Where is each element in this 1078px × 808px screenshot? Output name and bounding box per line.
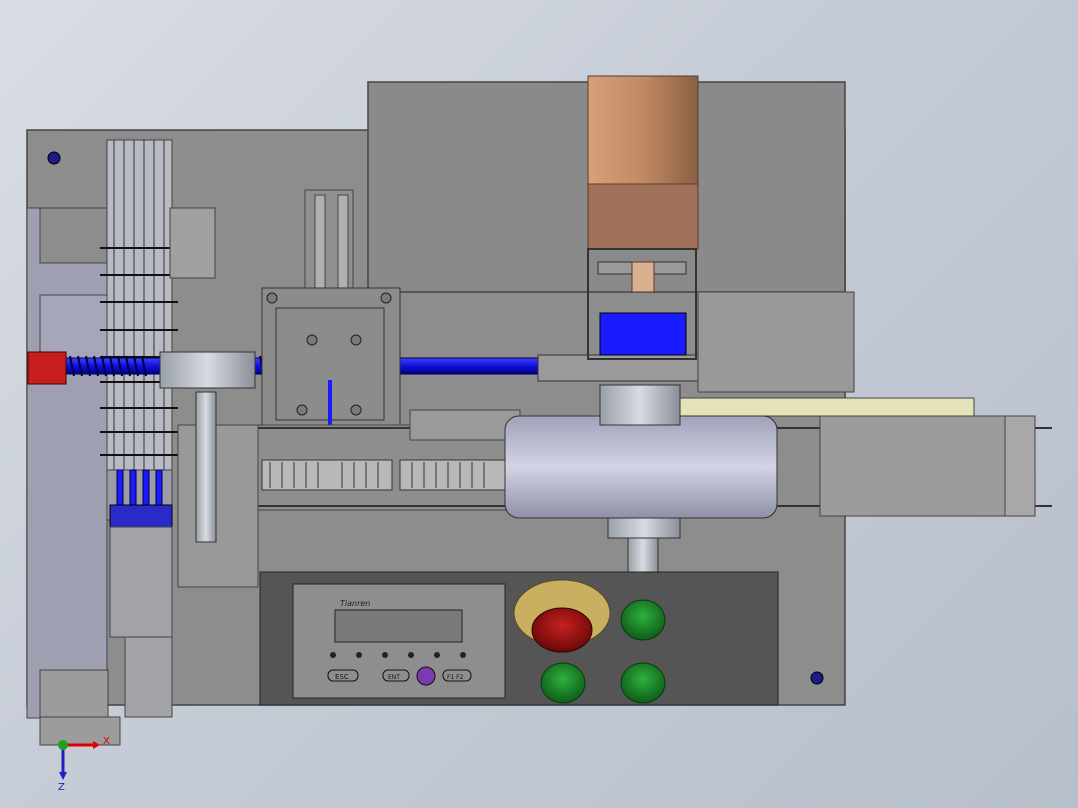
mount-hole-top-left [47,151,61,165]
hmi-esc-label: ESC [335,673,349,681]
hmi-key-2[interactable] [356,652,362,658]
z-axis-label: Z [58,782,65,793]
hmi-key-4[interactable] [408,652,414,658]
hmi-key-3[interactable] [382,652,388,658]
hmi-dpad[interactable] [416,666,436,686]
cad-viewport[interactable]: Tianren ESC ENT F1 F2 X Z [0,0,1078,808]
aluminium-profile [599,312,687,356]
hmi-key-1[interactable] [330,652,336,658]
coordinate-triad: X Z [58,736,110,793]
hmi-f-label: F1 F2 [447,674,464,681]
hmi-ent-label: ENT [388,674,400,681]
hmi-display [334,609,463,643]
start-button[interactable] [620,599,666,641]
y-axis-dot [58,740,68,750]
x-axis-label: X [103,736,110,747]
left-coupling [27,351,67,385]
green-button-3[interactable] [620,662,666,704]
hmi-brand-label: Tianren [340,599,370,608]
drive-pulley [504,415,778,519]
mount-hole-bottom-right [810,671,824,685]
hmi-key-6[interactable] [460,652,466,658]
slider-carriage [159,351,256,389]
green-button-2[interactable] [540,662,586,704]
emergency-stop-button[interactable] [531,607,593,653]
control-panel: Tianren ESC ENT F1 F2 [259,571,779,706]
hmi-key-5[interactable] [434,652,440,658]
